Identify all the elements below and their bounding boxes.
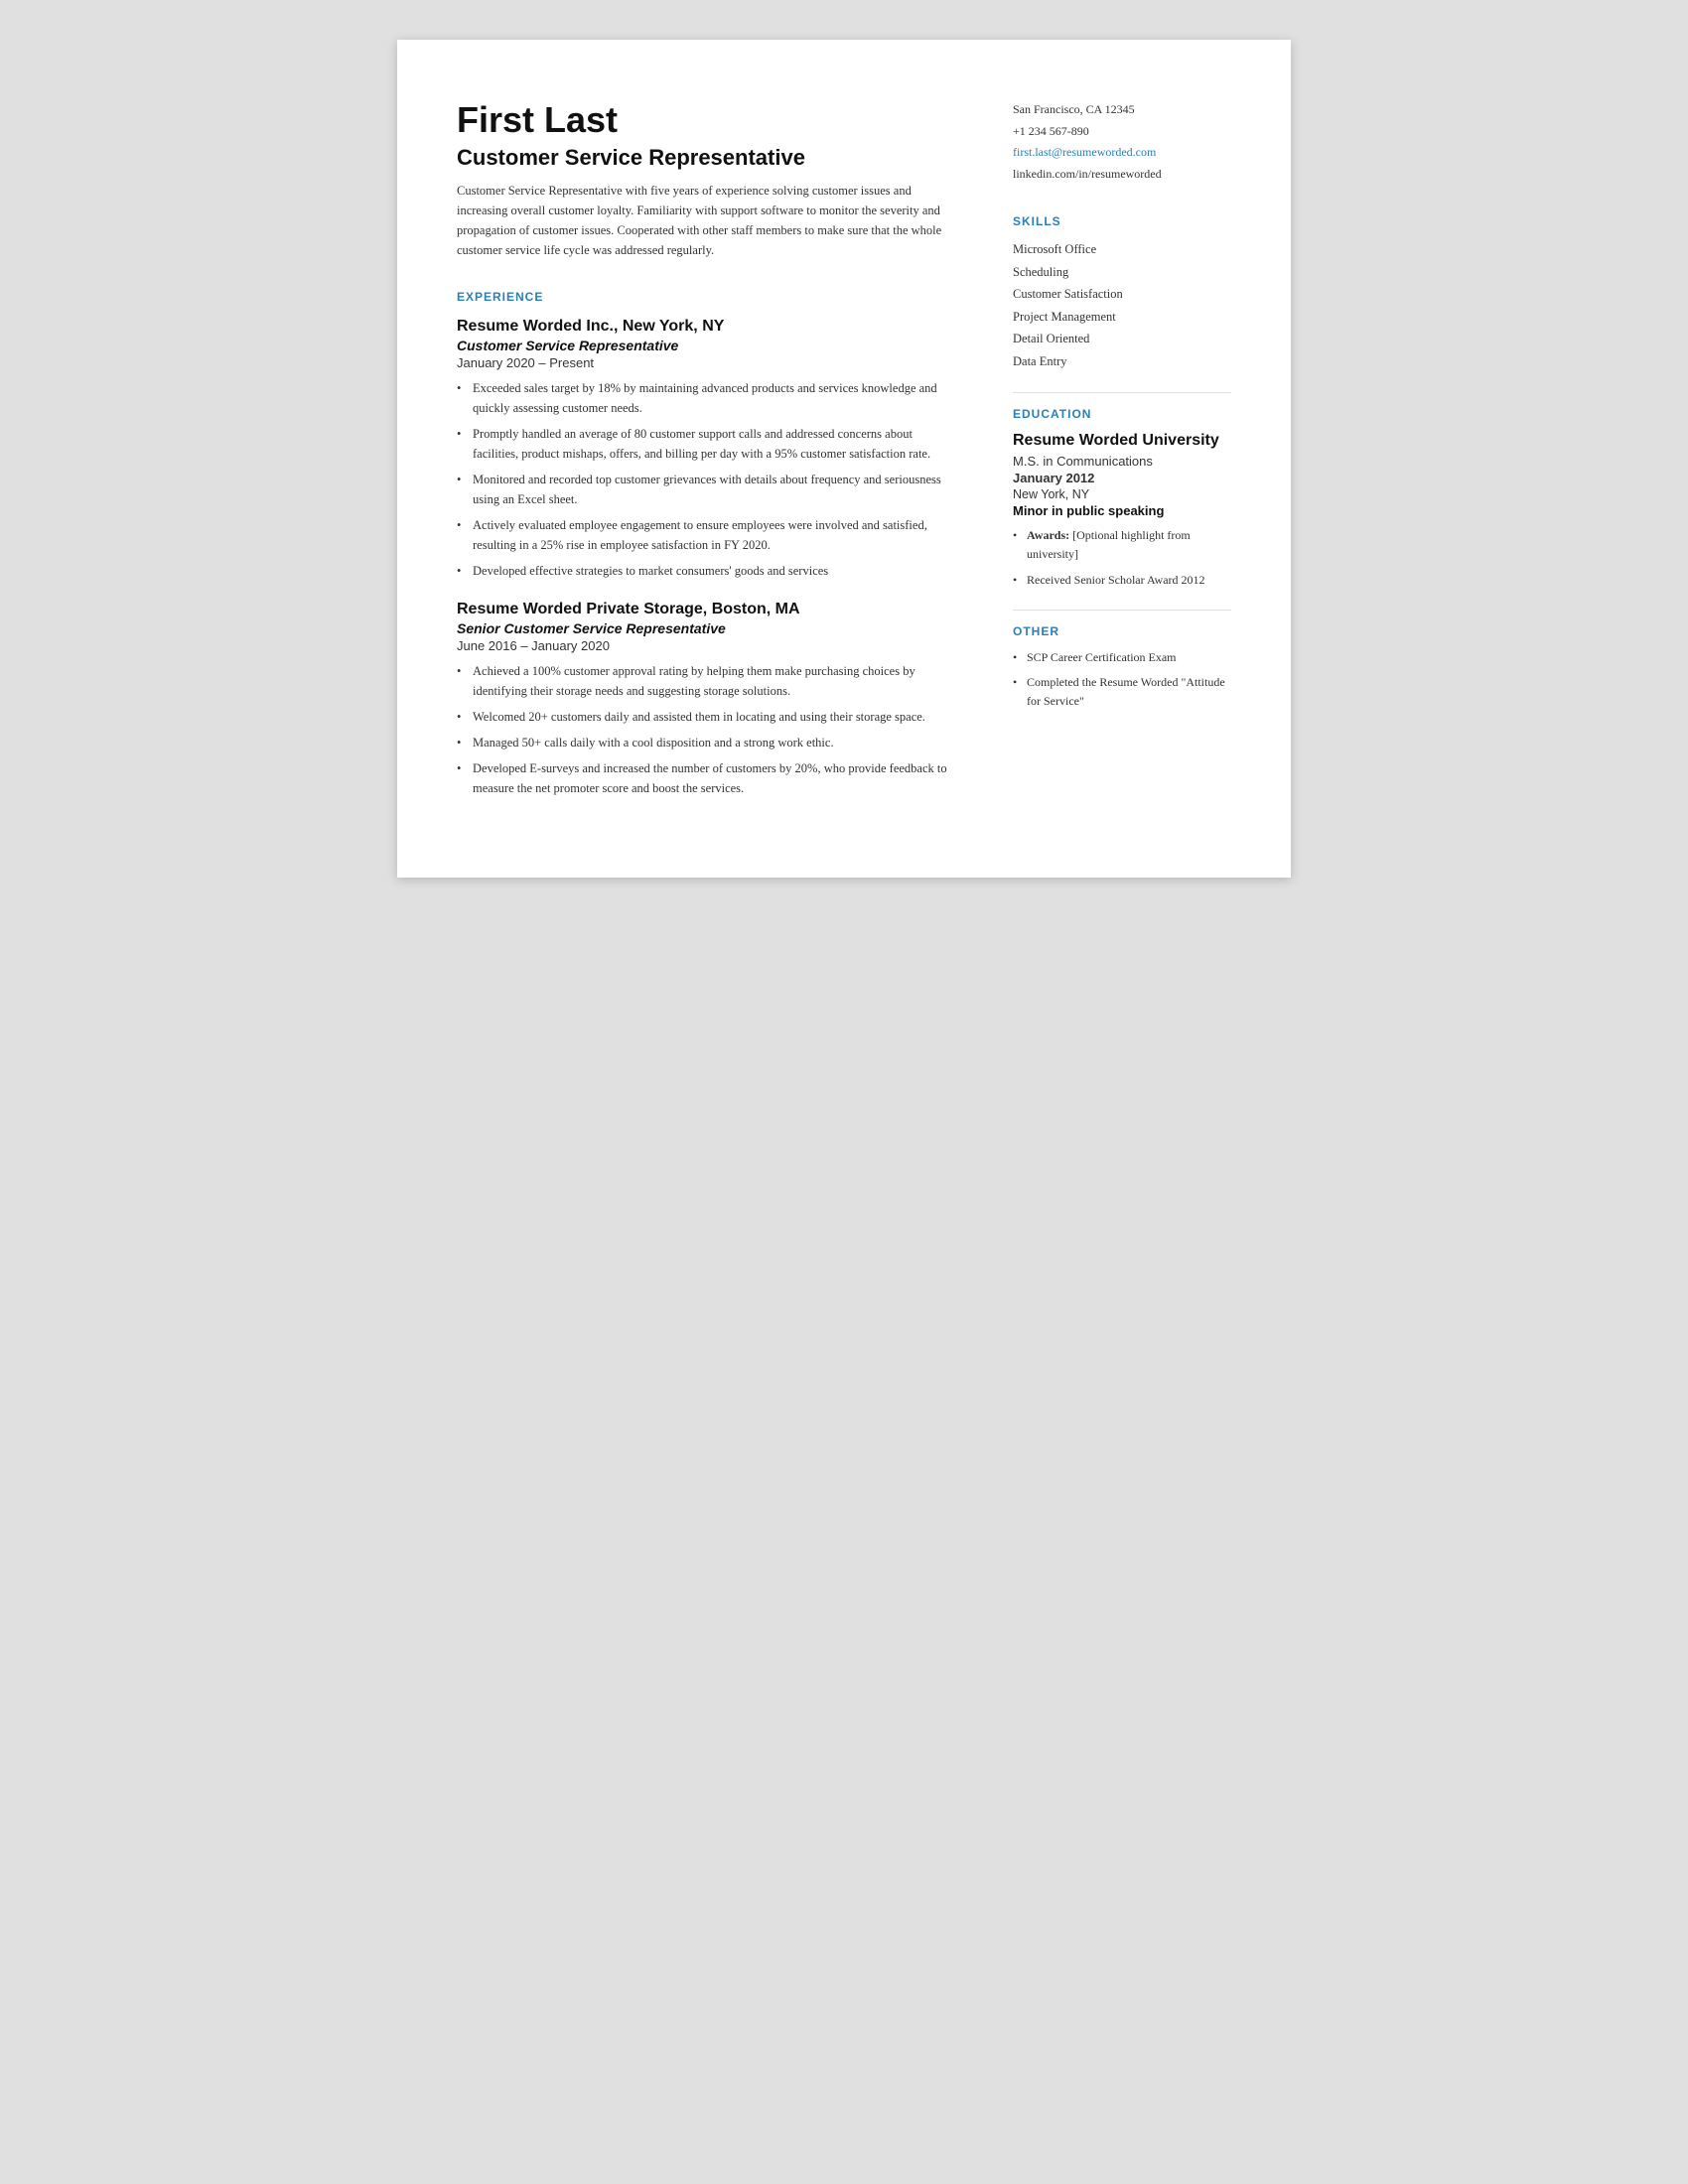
- left-column: First Last Customer Service Representati…: [457, 99, 993, 818]
- bullet-item: Developed E-surveys and increased the nu…: [457, 758, 953, 798]
- other-bullets: SCP Career Certification Exam Completed …: [1013, 648, 1231, 712]
- edu-bullet-award2: Received Senior Scholar Award 2012: [1013, 571, 1231, 590]
- job-1-dates: January 2020 – Present: [457, 355, 953, 370]
- bullet-item: Developed effective strategies to market…: [457, 561, 953, 581]
- job-2-dates: June 2016 – January 2020: [457, 638, 953, 653]
- edu-minor: Minor in public speaking: [1013, 503, 1231, 518]
- bullet-item: Welcomed 20+ customers daily and assiste…: [457, 707, 953, 727]
- skill-item: Detail Oriented: [1013, 328, 1231, 350]
- bullet-item: Exceeded sales target by 18% by maintain…: [457, 378, 953, 418]
- edu-date: January 2012: [1013, 471, 1231, 485]
- other-item: Completed the Resume Worded "Attitude fo…: [1013, 673, 1231, 711]
- bullet-item: Achieved a 100% customer approval rating…: [457, 661, 953, 701]
- skill-item: Project Management: [1013, 306, 1231, 329]
- job-1-role: Customer Service Representative: [457, 338, 953, 353]
- job-2-company-name: Resume Worded Private Storage,: [457, 601, 707, 617]
- skill-item: Data Entry: [1013, 350, 1231, 373]
- education-section-label: EDUCATION: [1013, 392, 1231, 421]
- other-section-label: OTHER: [1013, 610, 1231, 638]
- summary-text: Customer Service Representative with fiv…: [457, 181, 953, 260]
- job-1-bullets: Exceeded sales target by 18% by maintain…: [457, 378, 953, 581]
- contact-address: San Francisco, CA 12345: [1013, 99, 1231, 121]
- job-2-role: Senior Customer Service Representative: [457, 620, 953, 636]
- skills-section-label: SKILLS: [1013, 214, 1231, 228]
- experience-section-label: EXPERIENCE: [457, 290, 953, 304]
- bullet-item: Actively evaluated employee engagement t…: [457, 515, 953, 555]
- job-1-company-name: Resume Worded Inc.,: [457, 318, 618, 335]
- resume-page: First Last Customer Service Representati…: [397, 40, 1291, 878]
- skill-item: Microsoft Office: [1013, 238, 1231, 261]
- edu-bullet-awards: Awards: [Optional highlight from univers…: [1013, 526, 1231, 564]
- job-2-bullets: Achieved a 100% customer approval rating…: [457, 661, 953, 798]
- bullet-item: Monitored and recorded top customer grie…: [457, 470, 953, 509]
- contact-phone: +1 234 567-890: [1013, 121, 1231, 143]
- bullet-item: Managed 50+ calls daily with a cool disp…: [457, 733, 953, 752]
- candidate-name: First Last: [457, 99, 953, 141]
- contact-email: first.last@resumeworded.com: [1013, 142, 1231, 164]
- job-2: Resume Worded Private Storage, Boston, M…: [457, 601, 953, 798]
- edu-location: New York, NY: [1013, 487, 1231, 501]
- awards-label: Awards:: [1027, 528, 1069, 542]
- skill-item: Customer Satisfaction: [1013, 283, 1231, 306]
- contact-linkedin: linkedin.com/in/resumeworded: [1013, 164, 1231, 186]
- education-block: Resume Worded University M.S. in Communi…: [1013, 431, 1231, 589]
- contact-info: San Francisco, CA 12345 +1 234 567-890 f…: [1013, 99, 1231, 185]
- candidate-title: Customer Service Representative: [457, 145, 953, 171]
- job-1-company: Resume Worded Inc., New York, NY: [457, 318, 953, 336]
- right-column: San Francisco, CA 12345 +1 234 567-890 f…: [993, 99, 1231, 818]
- skill-item: Scheduling: [1013, 261, 1231, 284]
- edu-bullets: Awards: [Optional highlight from univers…: [1013, 526, 1231, 590]
- email-link[interactable]: first.last@resumeworded.com: [1013, 145, 1156, 159]
- job-1-location: New York, NY: [623, 318, 725, 335]
- job-2-company: Resume Worded Private Storage, Boston, M…: [457, 601, 953, 618]
- other-item: SCP Career Certification Exam: [1013, 648, 1231, 667]
- skills-list: Microsoft Office Scheduling Customer Sat…: [1013, 238, 1231, 372]
- bullet-item: Promptly handled an average of 80 custom…: [457, 424, 953, 464]
- edu-school: Resume Worded University: [1013, 431, 1231, 452]
- job-1: Resume Worded Inc., New York, NY Custome…: [457, 318, 953, 581]
- edu-degree: M.S. in Communications: [1013, 454, 1231, 469]
- job-2-location: Boston, MA: [712, 601, 800, 617]
